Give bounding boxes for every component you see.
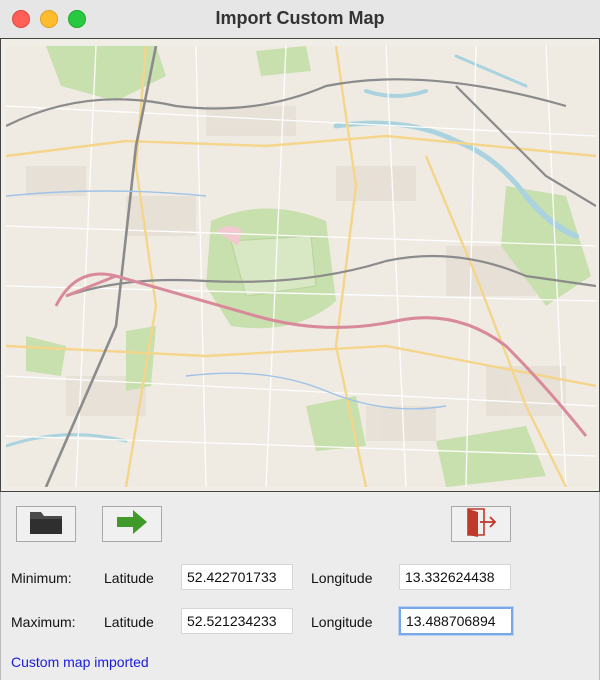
maximum-label: Maximum:: [11, 614, 76, 630]
maximum-latitude-label: Latitude: [104, 614, 154, 630]
exit-door-icon: [464, 507, 498, 542]
minimum-longitude-input[interactable]: [399, 564, 511, 590]
city-map-graphic: [6, 46, 596, 487]
arrow-right-icon: [115, 509, 149, 540]
minimum-latitude-input[interactable]: [181, 564, 293, 590]
minimum-longitude-label: Longitude: [311, 570, 373, 586]
status-message: Custom map imported: [11, 654, 149, 670]
next-button[interactable]: [102, 506, 162, 542]
title-bar: Import Custom Map: [0, 0, 600, 39]
map-preview-panel: [0, 38, 600, 492]
maximum-longitude-input[interactable]: [399, 607, 513, 635]
map-image: [6, 46, 596, 487]
folder-icon: [28, 509, 64, 540]
minimum-label: Minimum:: [11, 570, 72, 586]
import-controls-panel: Minimum: Latitude Longitude Maximum: Lat…: [0, 492, 600, 680]
exit-button[interactable]: [451, 506, 511, 542]
maximum-longitude-label: Longitude: [311, 614, 373, 630]
minimum-latitude-label: Latitude: [104, 570, 154, 586]
window-title: Import Custom Map: [215, 8, 385, 28]
open-file-button[interactable]: [16, 506, 76, 542]
maximum-latitude-input[interactable]: [181, 608, 293, 634]
